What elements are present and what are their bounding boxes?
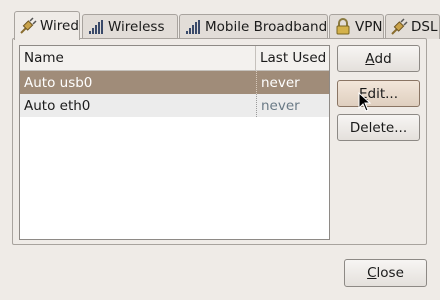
tab-dsl[interactable]: DSL [385,14,440,39]
list-header: Name Last Used [20,46,329,71]
close-button[interactable]: Close [344,259,427,287]
tab-mobile-broadband[interactable]: Mobile Broadband [179,14,328,39]
tab-mobile-broadband-label: Mobile Broadband [205,19,328,35]
connection-type-tabs: Wired Wireless Mobile Broadband VPN DSL [13,11,440,40]
connection-name: Auto usb0 [24,74,93,91]
add-button[interactable]: Add [337,45,420,72]
delete-button[interactable]: Delete... [337,114,420,141]
tab-wireless-label: Wireless [108,19,165,35]
edit-button-label: dit... [367,85,399,102]
tab-vpn[interactable]: VPN [329,14,384,39]
tab-wired[interactable]: Wired [14,11,80,40]
column-header-last-used[interactable]: Last Used [256,46,329,70]
column-header-name[interactable]: Name [20,46,256,70]
connection-name: Auto eth0 [24,97,91,114]
list-item[interactable]: Auto usb0 never [20,71,329,94]
connection-last-used: never [256,71,329,94]
add-button-label: dd [374,50,392,67]
close-button-mnemonic: C [367,265,377,281]
delete-button-label: Delete... [349,119,408,136]
tab-wireless[interactable]: Wireless [82,14,178,39]
edit-button[interactable]: Edit... [337,80,420,107]
tab-wired-label: Wired [40,18,79,34]
tab-vpn-label: VPN [355,19,383,35]
wired-plug-icon [19,17,37,35]
connection-last-used: never [256,94,329,117]
mobile-signal-icon [184,18,202,36]
close-button-label: lose [376,265,404,281]
tab-dsl-label: DSL [411,19,438,35]
mouse-pointer-icon [358,91,372,116]
wireless-signal-icon [87,18,105,36]
list-item[interactable]: Auto eth0 never [20,94,329,117]
lock-icon [334,18,352,36]
add-button-mnemonic: A [365,50,375,67]
dsl-plug-icon [390,18,408,36]
connection-list[interactable]: Name Last Used Auto usb0 never Auto eth0… [19,45,330,240]
